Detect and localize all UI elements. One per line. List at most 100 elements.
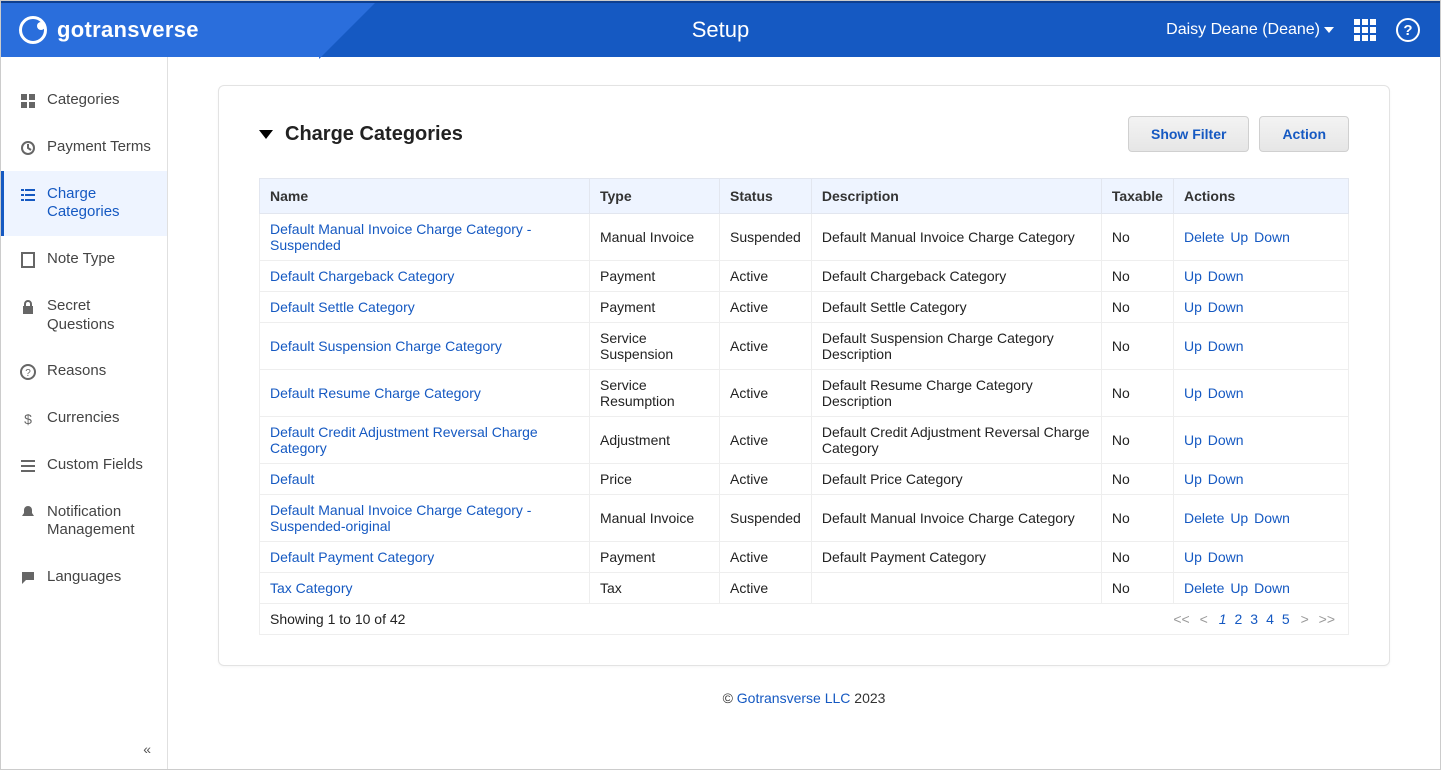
action-down[interactable]: Down [1208, 338, 1244, 354]
svg-text:?: ? [25, 368, 31, 379]
sidebar-item-currencies[interactable]: $Currencies [1, 395, 167, 442]
page-first[interactable]: << [1173, 611, 1189, 627]
row-name-link[interactable]: Default Credit Adjustment Reversal Charg… [270, 424, 538, 456]
page-next[interactable]: > [1301, 611, 1309, 627]
cell-type: Manual Invoice [590, 214, 720, 261]
cell-actions: Up Down [1173, 292, 1348, 323]
cell-description: Default Manual Invoice Charge Category [811, 214, 1101, 261]
paginator: << < 12345 > >> [1170, 611, 1338, 627]
cell-description: Default Settle Category [811, 292, 1101, 323]
sidebar-item-reasons[interactable]: ?Reasons [1, 348, 167, 395]
sidebar-item-label: Note Type [47, 250, 115, 269]
page-last[interactable]: >> [1319, 611, 1335, 627]
column-header[interactable]: Description [811, 179, 1101, 214]
action-up[interactable]: Up [1184, 299, 1206, 315]
action-down[interactable]: Down [1208, 549, 1244, 565]
action-down[interactable]: Down [1208, 385, 1244, 401]
action-up[interactable]: Up [1184, 268, 1206, 284]
sidebar-item-charge-categories[interactable]: Charge Categories [1, 171, 167, 237]
action-down[interactable]: Down [1254, 580, 1290, 596]
row-name-link[interactable]: Default Manual Invoice Charge Category -… [270, 221, 531, 253]
brand-name: gotransverse [57, 17, 199, 43]
sidebar-item-note-type[interactable]: Note Type [1, 236, 167, 283]
charge-categories-panel: Charge Categories Show Filter Action Nam… [218, 85, 1390, 666]
cell-actions: Up Down [1173, 370, 1348, 417]
sidebar-item-label: Languages [47, 568, 121, 587]
action-down[interactable]: Down [1254, 229, 1290, 245]
categories-icon [19, 91, 37, 109]
dollar-icon: $ [19, 409, 37, 427]
cell-taxable: No [1101, 573, 1173, 604]
column-header[interactable]: Type [590, 179, 720, 214]
sidebar-item-notification-management[interactable]: Notification Management [1, 489, 167, 555]
action-button[interactable]: Action [1259, 116, 1349, 152]
footer-company-link[interactable]: Gotransverse LLC [737, 690, 851, 706]
cell-type: Price [590, 464, 720, 495]
panel-title: Charge Categories [285, 123, 463, 146]
page-prev[interactable]: < [1200, 611, 1208, 627]
action-delete[interactable]: Delete [1184, 229, 1228, 245]
cell-taxable: No [1101, 417, 1173, 464]
sidebar-collapse-button[interactable]: « [143, 741, 151, 757]
page-number[interactable]: 4 [1266, 611, 1274, 627]
cell-type: Payment [590, 261, 720, 292]
row-name-link[interactable]: Default Settle Category [270, 299, 415, 315]
sidebar-item-label: Payment Terms [47, 138, 151, 157]
cell-actions: Delete Up Down [1173, 495, 1348, 542]
cell-status: Active [720, 292, 812, 323]
action-down[interactable]: Down [1208, 471, 1244, 487]
user-menu[interactable]: Daisy Deane (Deane) [1166, 21, 1334, 39]
sidebar-item-secret-questions[interactable]: Secret Questions [1, 283, 167, 349]
action-up[interactable]: Up [1184, 385, 1206, 401]
cell-type: Manual Invoice [590, 495, 720, 542]
cell-description: Default Price Category [811, 464, 1101, 495]
sidebar-item-payment-terms[interactable]: Payment Terms [1, 124, 167, 171]
column-header[interactable]: Name [260, 179, 590, 214]
action-down[interactable]: Down [1208, 299, 1244, 315]
action-up[interactable]: Up [1184, 338, 1206, 354]
action-down[interactable]: Down [1208, 268, 1244, 284]
apps-grid-icon[interactable] [1354, 19, 1376, 41]
cell-taxable: No [1101, 542, 1173, 573]
action-up[interactable]: Up [1230, 229, 1252, 245]
action-up[interactable]: Up [1230, 580, 1252, 596]
sidebar-item-categories[interactable]: Categories [1, 77, 167, 124]
row-name-link[interactable]: Default Resume Charge Category [270, 385, 481, 401]
row-name-link[interactable]: Default [270, 471, 314, 487]
action-down[interactable]: Down [1208, 432, 1244, 448]
page-number[interactable]: 3 [1250, 611, 1258, 627]
column-header[interactable]: Status [720, 179, 812, 214]
action-down[interactable]: Down [1254, 510, 1290, 526]
collapse-triangle-icon[interactable] [259, 130, 273, 139]
row-name-link[interactable]: Default Suspension Charge Category [270, 338, 502, 354]
row-name-link[interactable]: Default Manual Invoice Charge Category -… [270, 502, 531, 534]
cell-actions: Up Down [1173, 323, 1348, 370]
row-name-link[interactable]: Tax Category [270, 580, 352, 596]
charge-categories-table: NameTypeStatusDescriptionTaxableActions … [259, 178, 1349, 635]
sidebar-item-label: Notification Management [47, 503, 153, 541]
action-up[interactable]: Up [1230, 510, 1252, 526]
show-filter-button[interactable]: Show Filter [1128, 116, 1249, 152]
column-header[interactable]: Actions [1173, 179, 1348, 214]
action-delete[interactable]: Delete [1184, 580, 1228, 596]
table-header-row: NameTypeStatusDescriptionTaxableActions [260, 179, 1349, 214]
sidebar-item-custom-fields[interactable]: Custom Fields [1, 442, 167, 489]
cell-type: Payment [590, 542, 720, 573]
page-number[interactable]: 1 [1219, 611, 1227, 627]
help-icon[interactable]: ? [1396, 18, 1420, 42]
cell-actions: Delete Up Down [1173, 573, 1348, 604]
action-up[interactable]: Up [1184, 471, 1206, 487]
cell-taxable: No [1101, 495, 1173, 542]
page-number[interactable]: 5 [1282, 611, 1290, 627]
table-row: Default Resume Charge CategoryService Re… [260, 370, 1349, 417]
bell-icon [19, 503, 37, 521]
column-header[interactable]: Taxable [1101, 179, 1173, 214]
action-up[interactable]: Up [1184, 549, 1206, 565]
row-name-link[interactable]: Default Payment Category [270, 549, 434, 565]
action-up[interactable]: Up [1184, 432, 1206, 448]
row-name-link[interactable]: Default Chargeback Category [270, 268, 454, 284]
lock-icon [19, 297, 37, 315]
page-number[interactable]: 2 [1234, 611, 1242, 627]
sidebar-item-languages[interactable]: Languages [1, 554, 167, 601]
action-delete[interactable]: Delete [1184, 510, 1228, 526]
